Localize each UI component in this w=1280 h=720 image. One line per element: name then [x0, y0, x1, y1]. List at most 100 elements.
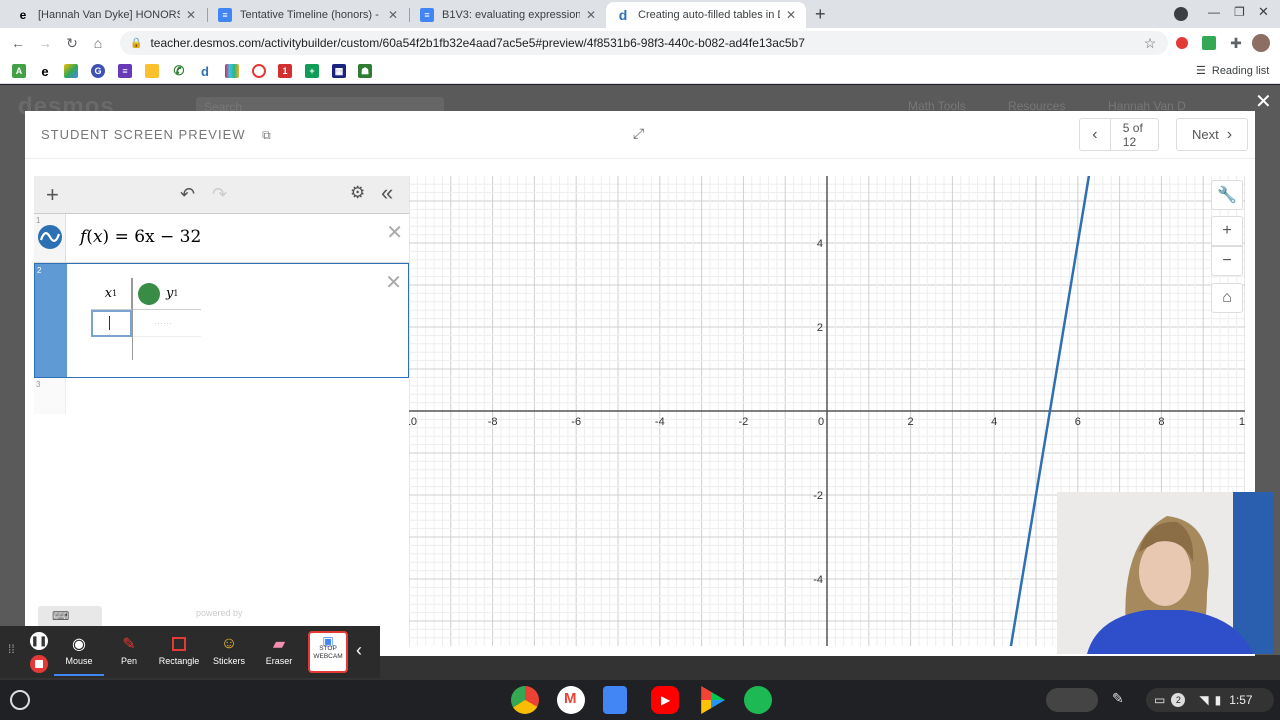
- collapse-list-icon[interactable]: «: [381, 180, 393, 206]
- mouse-tool[interactable]: ◉ Mouse: [54, 632, 104, 676]
- fullscreen-icon[interactable]: ⤢: [633, 125, 644, 142]
- mouse-label: Mouse: [65, 656, 93, 666]
- bookmark-green-icon[interactable]: ☗: [358, 64, 372, 78]
- extension-green-icon[interactable]: [1202, 36, 1216, 50]
- stop-webcam-button[interactable]: ▣ STOP WEBCAM: [308, 631, 348, 673]
- cell-placeholder-dots: ……: [154, 316, 172, 326]
- minimize-icon[interactable]: —: [1208, 5, 1220, 19]
- eraser-tool[interactable]: ▰ Eraser: [254, 632, 304, 676]
- stop-record-icon[interactable]: [30, 655, 48, 673]
- table-header-x[interactable]: x1: [91, 278, 132, 310]
- tab-title: [Hannah Van Dyke] HONORS ALG: [38, 9, 180, 21]
- youtube-app-icon[interactable]: ▶: [651, 686, 679, 714]
- home-view-icon[interactable]: ⌂: [1211, 283, 1243, 313]
- rectangle-tool[interactable]: Rectangle: [154, 632, 204, 676]
- expression-row-1[interactable]: 1 f(x) = 6x − 32 ✕: [34, 214, 409, 263]
- stylus-tools-icon[interactable]: ✎: [1112, 690, 1124, 707]
- reading-list[interactable]: ☰ Reading list: [1196, 64, 1269, 78]
- launcher-icon[interactable]: [10, 690, 30, 710]
- bookmark-classroom-icon[interactable]: A: [12, 64, 26, 78]
- prev-screen-button[interactable]: ‹: [1080, 119, 1111, 150]
- google-docs-icon: ≡: [218, 8, 232, 22]
- forward-icon[interactable]: →: [35, 33, 55, 53]
- profile-dot-icon[interactable]: [1174, 7, 1188, 21]
- webcam-icon: ▣: [322, 634, 334, 648]
- pause-icon[interactable]: ❚❚: [30, 632, 48, 650]
- popout-icon[interactable]: ⧉: [262, 128, 272, 142]
- bookmark-phone-icon[interactable]: ✆: [172, 63, 186, 78]
- bookmarks-bar: A e G ≡ ✆ d 1 + ▦ ☗ ☰ Reading list: [0, 58, 1280, 84]
- x-tick-label: -6: [571, 416, 581, 428]
- table-cell-y[interactable]: ……: [132, 310, 201, 337]
- expression-math[interactable]: f(x) = 6x − 32: [80, 227, 201, 247]
- delete-expression-icon[interactable]: ✕: [386, 220, 403, 245]
- keypad-toggle[interactable]: ⌨: [38, 606, 102, 628]
- pen-tool[interactable]: ✎ Pen: [104, 632, 154, 676]
- expression-tab: 3: [34, 378, 66, 414]
- close-tab-icon[interactable]: ✕: [388, 8, 398, 22]
- graph-wave-icon[interactable]: [37, 224, 63, 250]
- expression-row-2-table[interactable]: 2 x1 y1 …… ✕: [34, 263, 409, 378]
- drag-handle-icon[interactable]: ⁞⁞: [8, 642, 15, 656]
- collapse-toolbar-icon[interactable]: ‹: [356, 640, 362, 661]
- bookmark-edpuzzle-icon[interactable]: e: [38, 64, 52, 79]
- extensions-puzzle-icon[interactable]: ✚: [1226, 33, 1246, 53]
- home-icon[interactable]: ⌂: [88, 33, 108, 53]
- stickers-tool[interactable]: ☺ Stickers: [204, 632, 254, 676]
- browser-tab-4-active[interactable]: d Creating auto-filled tables in Des ✕: [606, 2, 806, 28]
- restore-icon[interactable]: ❐: [1234, 5, 1245, 19]
- bookmark-calendar-icon[interactable]: ▦: [332, 64, 346, 78]
- bookmark-forms-icon[interactable]: ≡: [118, 64, 132, 78]
- extension-record-icon[interactable]: [1176, 37, 1188, 49]
- reload-icon[interactable]: ↻: [62, 33, 82, 53]
- bookmark-circle-icon[interactable]: G: [91, 64, 105, 78]
- zoom-out-icon[interactable]: −: [1211, 246, 1243, 276]
- delete-expression-icon[interactable]: ✕: [385, 270, 402, 295]
- tote-icon[interactable]: [1046, 688, 1098, 712]
- overlay-close-icon[interactable]: ✕: [1255, 89, 1272, 114]
- keyboard-icon: ⌨: [52, 609, 70, 623]
- spotify-app-icon[interactable]: [744, 686, 772, 714]
- bookmark-keep-icon[interactable]: [145, 64, 159, 78]
- close-tab-icon[interactable]: ✕: [786, 8, 796, 22]
- clock: 1:57: [1229, 693, 1253, 707]
- window-close-icon[interactable]: ✕: [1258, 4, 1269, 20]
- next-screen-button[interactable]: Next ›: [1176, 118, 1248, 151]
- table-cell-x-active[interactable]: [91, 310, 132, 337]
- expression-row-3-empty[interactable]: 3: [34, 378, 409, 414]
- table-header-y[interactable]: y1: [132, 278, 201, 310]
- undo-icon[interactable]: ↶: [180, 184, 195, 205]
- bookmark-one-icon[interactable]: 1: [278, 64, 292, 78]
- play-store-app-icon[interactable]: [701, 686, 725, 714]
- gmail-app-icon[interactable]: M: [557, 686, 585, 714]
- status-area[interactable]: ▭ 2 ◥ ▮ 1:57: [1146, 688, 1274, 712]
- docs-app-icon[interactable]: [603, 686, 627, 714]
- redo-icon[interactable]: ↷: [212, 184, 227, 205]
- bookmark-slack-icon[interactable]: [225, 64, 239, 78]
- close-tab-icon[interactable]: ✕: [586, 8, 596, 22]
- bookmark-drive-icon[interactable]: [64, 64, 78, 78]
- bookmark-red-circle-icon[interactable]: [252, 64, 266, 78]
- graph-settings-wrench-icon[interactable]: 🔧: [1211, 180, 1243, 210]
- webcam-feed: [1057, 492, 1273, 654]
- bookmark-star-icon[interactable]: ☆: [1140, 33, 1160, 53]
- address-bar[interactable]: 🔒 teacher.desmos.com/activitybuilder/cus…: [120, 31, 1168, 55]
- pen-icon: ✎: [122, 636, 136, 653]
- browser-tab-1[interactable]: e [Hannah Van Dyke] HONORS ALG ✕: [6, 2, 206, 28]
- add-item-icon[interactable]: +: [46, 182, 59, 208]
- profile-avatar[interactable]: [1252, 34, 1270, 52]
- settings-gear-icon[interactable]: ⚙: [350, 183, 365, 203]
- bookmark-desmos-icon[interactable]: d: [198, 64, 212, 79]
- stickers-label: Stickers: [212, 656, 245, 666]
- close-tab-icon[interactable]: ✕: [186, 8, 196, 22]
- new-tab-icon[interactable]: +: [815, 4, 826, 25]
- zoom-in-icon[interactable]: +: [1211, 216, 1243, 246]
- screencast-toolbar: ⁞⁞ ❚❚ ◉ Mouse ✎ Pen Rectangle ☺ Stickers…: [0, 626, 380, 678]
- chrome-app-icon[interactable]: [511, 686, 539, 714]
- browser-tab-2[interactable]: ≡ Tentative Timeline (honors) - Go ✕: [208, 2, 408, 28]
- browser-tab-3[interactable]: ≡ B1V3: evaluating expressions + c ✕: [410, 2, 606, 28]
- back-icon[interactable]: ←: [8, 33, 28, 53]
- bookmark-sheets-icon[interactable]: +: [305, 64, 319, 78]
- pen-label: Pen: [120, 656, 137, 666]
- table-column-style-icon[interactable]: [138, 282, 160, 305]
